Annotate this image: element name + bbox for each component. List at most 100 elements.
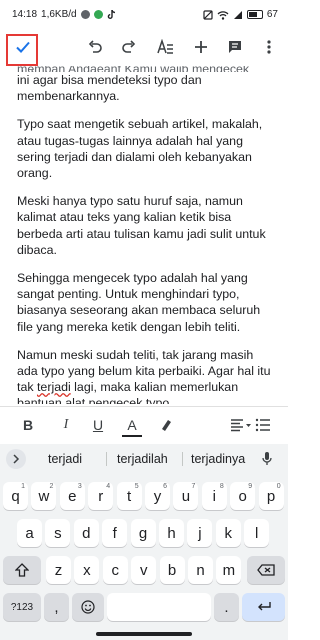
chevron-right-icon — [13, 454, 20, 464]
italic-button[interactable]: I — [56, 415, 76, 435]
key-i[interactable]: i8 — [201, 482, 227, 510]
key-e[interactable]: e3 — [59, 482, 85, 510]
key-number-hint: 2 — [49, 483, 54, 490]
space-key[interactable] — [107, 593, 211, 621]
key-r[interactable]: r4 — [88, 482, 114, 510]
suggestion-strip: terjadi terjadilah terjadinya — [0, 444, 288, 474]
key-number-hint: 5 — [134, 483, 139, 490]
paragraph: Sehingga mengecek typo adalah hal yang s… — [17, 271, 261, 334]
comment-icon — [229, 41, 241, 53]
key-p[interactable]: p0 — [258, 482, 284, 510]
redo-button[interactable] — [114, 32, 144, 62]
shift-key[interactable] — [3, 556, 41, 584]
key-label: g — [138, 524, 148, 542]
enter-icon — [257, 602, 271, 611]
key-label: t — [127, 487, 132, 505]
comma-key[interactable]: , — [44, 593, 69, 621]
key-l[interactable]: l — [244, 519, 270, 547]
key-label: j — [198, 524, 202, 542]
suggestion-2[interactable]: terjadilah — [117, 452, 168, 466]
key-k[interactable]: k — [215, 519, 241, 547]
key-label: y — [153, 487, 162, 505]
more-vert-icon — [267, 40, 271, 54]
list-button[interactable] — [252, 415, 274, 435]
key-label: p — [266, 487, 276, 505]
key-d[interactable]: d — [73, 519, 99, 547]
key-label: n — [196, 561, 205, 579]
underline-button[interactable]: U — [88, 415, 108, 435]
key-m[interactable]: m — [216, 556, 242, 584]
gesture-navigation-bar[interactable] — [96, 632, 192, 636]
suggestion-1[interactable]: terjadi — [48, 452, 82, 466]
enter-key[interactable] — [242, 593, 285, 621]
text-color-button[interactable]: A — [122, 415, 142, 437]
clipped-line: memban Andaeant Kamu wajib mengecek dulu — [17, 66, 273, 72]
key-a[interactable]: a — [17, 519, 42, 547]
key-v[interactable]: v — [131, 556, 157, 584]
status-speed: 1,6KB/d — [41, 9, 77, 20]
key-y[interactable]: y6 — [145, 482, 170, 510]
more-options-button[interactable] — [254, 32, 284, 62]
align-left-icon — [231, 419, 251, 432]
key-h[interactable]: h — [159, 519, 184, 547]
key-u[interactable]: u7 — [173, 482, 199, 510]
key-j[interactable]: j — [187, 519, 213, 547]
voice-input-button[interactable] — [262, 451, 272, 471]
undo-button[interactable] — [80, 32, 110, 62]
key-f[interactable]: f — [102, 519, 128, 547]
key-label: v — [139, 561, 148, 579]
key-z[interactable]: z — [46, 556, 71, 584]
expand-toolbar-button[interactable] — [6, 449, 26, 469]
emoji-icon — [81, 600, 95, 614]
key-number-hint: 8 — [219, 483, 224, 490]
key-label: u — [181, 487, 191, 505]
key-b[interactable]: b — [159, 556, 185, 584]
comment-button[interactable] — [220, 32, 250, 62]
marker-icon — [162, 420, 171, 431]
key-label: z — [54, 561, 63, 579]
list-icon — [255, 418, 270, 432]
key-g[interactable]: g — [130, 519, 156, 547]
keyboard: ?123 , . q1w2e3r4t5y6u7i8o9p0asdfghjklzx… — [0, 474, 288, 640]
mute-icon — [203, 9, 213, 20]
suggestion-3[interactable]: terjadinya — [191, 452, 245, 466]
whatsapp-icon — [93, 10, 103, 19]
confirm-highlight-box — [6, 34, 38, 66]
key-q[interactable]: q1 — [3, 482, 28, 510]
highlight-button[interactable] — [156, 415, 176, 435]
key-number-hint: 4 — [106, 483, 111, 490]
key-c[interactable]: c — [102, 556, 128, 584]
status-time: 14:18 — [12, 9, 38, 20]
key-label: l — [255, 524, 259, 542]
notification-icon — [80, 10, 90, 19]
key-number-hint: 1 — [21, 483, 25, 490]
backspace-key[interactable] — [247, 556, 285, 584]
document-body[interactable]: memban Andaeant Kamu wajib mengecek dulu… — [17, 66, 273, 404]
text-format-button[interactable] — [150, 32, 180, 62]
key-number-hint: 6 — [163, 483, 167, 490]
divider — [182, 452, 183, 466]
key-label: b — [167, 561, 177, 579]
key-s[interactable]: s — [45, 519, 71, 547]
emoji-key[interactable] — [72, 593, 104, 621]
period-key[interactable]: . — [214, 593, 239, 621]
bold-button[interactable]: B — [18, 415, 38, 435]
battery-level: 67 — [266, 9, 278, 20]
key-n[interactable]: n — [188, 556, 213, 584]
key-label: x — [83, 561, 91, 579]
key-x[interactable]: x — [74, 556, 100, 584]
insert-button[interactable] — [186, 32, 216, 62]
key-t[interactable]: t5 — [116, 482, 142, 510]
key-label: d — [82, 524, 91, 542]
signal-icon — [233, 10, 242, 19]
symbols-key[interactable]: ?123 — [3, 593, 41, 621]
redo-icon — [122, 40, 136, 53]
key-number-hint: 3 — [77, 483, 82, 490]
misspelled-word[interactable]: terjadi — [37, 380, 71, 394]
key-w[interactable]: w2 — [31, 482, 57, 510]
shift-icon — [15, 563, 29, 577]
key-o[interactable]: o9 — [230, 482, 256, 510]
backspace-icon — [257, 564, 275, 576]
key-label: m — [222, 561, 236, 579]
key-number-hint: 7 — [191, 483, 196, 490]
